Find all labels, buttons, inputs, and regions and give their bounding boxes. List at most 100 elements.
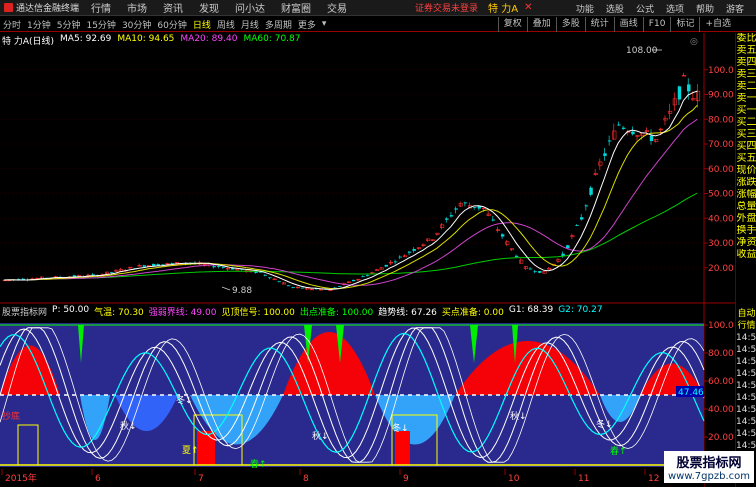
bottom-signal-bar	[395, 431, 410, 465]
chart-toolbar: 复权 叠加 多股 统计 画线 F10 标记 +自选	[497, 17, 736, 32]
period-5min[interactable]: 5分钟	[54, 18, 84, 31]
quote-label: 买四	[736, 141, 756, 152]
toolbar-draw[interactable]: 画线	[613, 17, 643, 32]
x-tick-label: 9	[403, 474, 409, 484]
quote-label: 收益	[736, 249, 756, 260]
param-g1: G1: 68.39	[508, 305, 554, 315]
quote-label: 买二	[736, 117, 756, 128]
indicator-name[interactable]: 股票指标网	[2, 305, 47, 318]
x-axis-bg	[0, 469, 704, 487]
price-tick-label: 80.00	[708, 115, 734, 125]
period-weekly[interactable]: 周线	[214, 18, 238, 31]
menu-help[interactable]: 帮助	[696, 2, 714, 15]
toolbar-add-watchlist[interactable]: +自选	[699, 17, 736, 32]
watermark: 股票指标网 www.7gpzb.com	[664, 451, 754, 483]
candle-body	[580, 217, 584, 220]
tick-time: 14:56	[736, 369, 756, 379]
menu-function[interactable]: 功能	[576, 2, 594, 15]
watermark-title: 股票指标网	[676, 456, 742, 471]
toolbar-overlay[interactable]: 叠加	[526, 17, 556, 32]
candle-body	[528, 268, 533, 270]
toolbar-f10[interactable]: F10	[642, 17, 671, 32]
tick-time: 14:56	[736, 429, 756, 439]
tick-time: 14:56	[736, 405, 756, 415]
signal-label: 冬↓	[392, 422, 409, 434]
chart-settings-icon[interactable]: ◎	[690, 37, 698, 47]
app-logo: 通达信金融终端	[0, 1, 83, 14]
price-tick-label: 70.00	[708, 140, 734, 150]
menu-wealth[interactable]: 财富圈	[273, 0, 319, 15]
candle-body	[217, 266, 221, 267]
price-axis: 100.0 90.00 80.00 70.00 60.00 50.00 40.00 30.00…	[704, 66, 734, 274]
toolbar-multi-stock[interactable]: 多股	[555, 17, 585, 32]
price-tick-label: 40.00	[708, 214, 734, 224]
candle-body	[472, 207, 477, 208]
indicator-tick-label: 20.00	[708, 433, 734, 443]
price-tick-label: 60.00	[708, 165, 734, 175]
tick-time: 14:56	[736, 417, 756, 427]
menu-market[interactable]: 市场	[119, 0, 155, 15]
param-trend-line: 趋势线: 67.26	[378, 308, 437, 318]
indicator-tick-label: 80.00	[708, 349, 734, 359]
toolbar-stats[interactable]: 统计	[584, 17, 614, 32]
tick-time: 行情	[737, 321, 756, 331]
menu-trade[interactable]: 交易	[319, 0, 355, 15]
menu-options[interactable]: 选项	[666, 2, 684, 15]
close-stock-icon[interactable]: ✕	[524, 2, 532, 13]
candle-body	[631, 131, 635, 135]
toolbar-adjust[interactable]: 复权	[497, 17, 527, 32]
quote-side-panel: 委比 卖五 卖四 卖三 卖二 卖一 买一 买二 买三 买四 买五 现价 涨跌 涨幅 总量 外盘 换手 净资 收益 自…	[735, 33, 756, 487]
candle-body	[584, 205, 589, 207]
menu-select-stock[interactable]: 选股	[606, 2, 624, 15]
candle-body	[151, 263, 156, 266]
candle-body	[617, 124, 621, 126]
quote-label: 涨跌	[736, 177, 756, 188]
indicator-legend: 股票指标网 P: 50.00 气温: 70.30 强弱界线: 49.00 见顶信…	[2, 305, 603, 318]
candle-body	[463, 202, 468, 204]
candle-body	[566, 245, 570, 249]
quote-label: 总量	[736, 201, 756, 212]
period-more[interactable]: 更多	[295, 18, 319, 31]
candle-body	[449, 215, 454, 217]
quote-label: 买五	[736, 153, 756, 164]
period-60min[interactable]: 60分钟	[154, 18, 189, 31]
candle-body	[533, 271, 537, 273]
period-daily[interactable]: 日线	[190, 18, 214, 31]
quote-label: 卖五	[736, 45, 756, 56]
period-1min[interactable]: 1分钟	[24, 18, 54, 31]
x-tick-label: 7	[198, 474, 204, 484]
period-multi[interactable]: 多周期	[262, 18, 295, 31]
tick-time: 14:56	[736, 345, 756, 355]
right-menu: 功能 选股 公式 选项 帮助 游客	[576, 0, 744, 16]
tick-time: 14:56	[736, 393, 756, 403]
candle-body	[514, 255, 519, 257]
candle-body	[621, 127, 626, 129]
candle-body	[500, 234, 505, 237]
toolbar-mark[interactable]: 标记	[670, 17, 699, 32]
period-30min[interactable]: 30分钟	[119, 18, 154, 31]
param-p: P: 50.00	[52, 305, 90, 315]
ma60-value: MA60: 70.87	[243, 34, 301, 44]
period-more-chevron-icon[interactable]: ▾	[319, 19, 330, 29]
candle-body	[538, 271, 542, 273]
login-status[interactable]: 证券交易未登录	[415, 1, 478, 14]
period-intraday[interactable]: 分时	[0, 18, 24, 31]
menu-guest[interactable]: 游客	[726, 2, 744, 15]
indicator-tick-label: 60.00	[708, 377, 734, 387]
menu-news[interactable]: 资讯	[155, 0, 191, 15]
period-monthly[interactable]: 月线	[238, 18, 262, 31]
signal-label: 秋↓	[312, 430, 329, 442]
quote-label: 委比	[736, 33, 756, 44]
menu-discover[interactable]: 发现	[191, 0, 227, 15]
menu-formula[interactable]: 公式	[636, 2, 654, 15]
menu-quotes[interactable]: 行情	[83, 0, 119, 15]
chart-area[interactable]: 100.0 90.00 80.00 70.00 60.00 50.00 40.00 30.00…	[0, 33, 735, 487]
quote-label: 净资	[736, 237, 756, 248]
candle-body	[454, 208, 458, 210]
candle-body	[649, 135, 654, 142]
high-price-label: 108.00	[626, 46, 658, 56]
menu-bar: 通达信金融终端 行情 市场 资讯 发现 问小达 财富圈 交易 证券交易未登录 特…	[0, 0, 756, 16]
period-15min[interactable]: 15分钟	[83, 18, 118, 31]
menu-ask[interactable]: 问小达	[227, 0, 273, 15]
param-exit-prep: 出点准备: 100.00	[299, 308, 374, 318]
